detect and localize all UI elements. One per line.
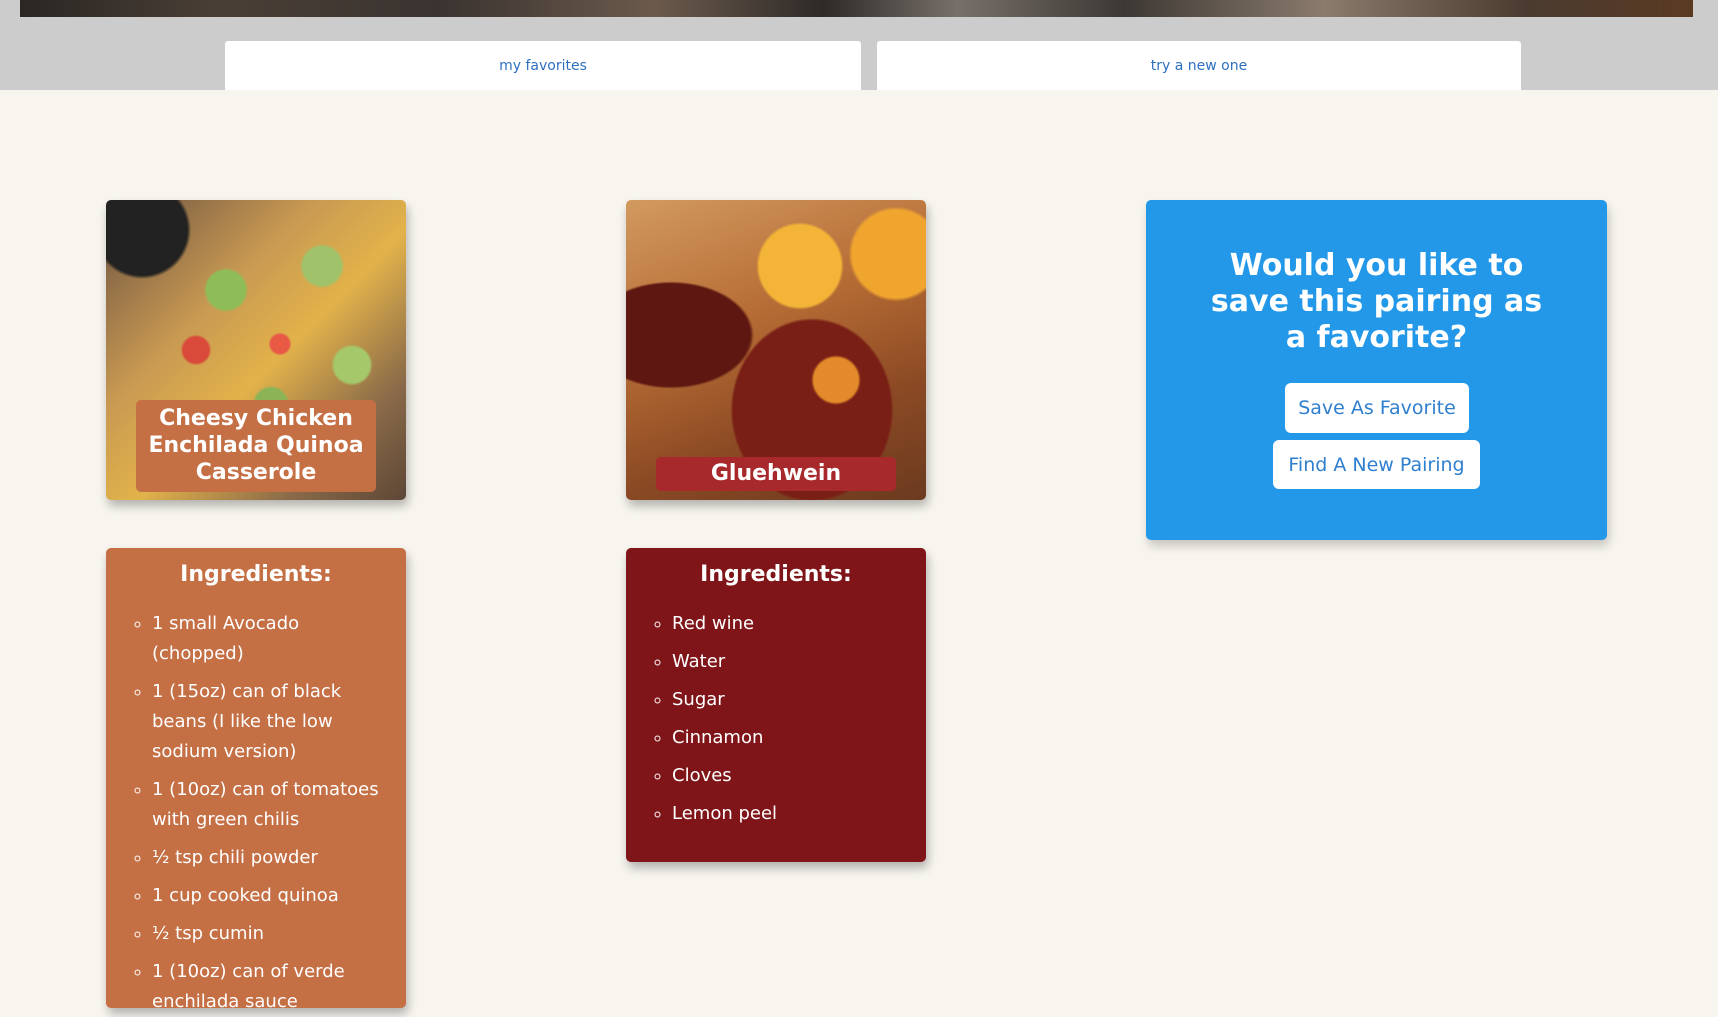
- list-item: Sugar: [672, 685, 910, 715]
- hero-image-strip: [20, 0, 1693, 17]
- list-item: Cloves: [672, 761, 910, 791]
- food-name-label: Cheesy Chicken Enchilada Quinoa Casserol…: [136, 400, 376, 492]
- food-ingredients-card: Ingredients: 1 small Avocado (chopped) 1…: [106, 548, 406, 1012]
- drink-ingredients-card: Ingredients: Red wine Water Sugar Cinnam…: [626, 548, 926, 862]
- tab-my-favorites[interactable]: my favorites: [225, 41, 861, 90]
- list-item: 1 cup cooked quinoa: [152, 881, 390, 911]
- drink-name-label: Gluehwein: [656, 457, 896, 491]
- list-item: ½ tsp cumin: [152, 919, 390, 949]
- drink-ingredients-list: Red wine Water Sugar Cinnamon Cloves Lem…: [626, 609, 926, 829]
- save-favorite-question: Would you like to save this pairing as a…: [1210, 248, 1543, 355]
- drink-ingredients-heading: Ingredients:: [700, 562, 852, 587]
- list-item: ½ tsp chili powder: [152, 843, 390, 873]
- save-as-favorite-button[interactable]: Save As Favorite: [1285, 383, 1469, 433]
- save-favorite-panel: Would you like to save this pairing as a…: [1146, 200, 1607, 540]
- food-ingredients-heading: Ingredients:: [180, 562, 332, 587]
- list-item: Cinnamon: [672, 723, 910, 753]
- list-item: Red wine: [672, 609, 910, 639]
- tab-try-new-one[interactable]: try a new one: [877, 41, 1521, 90]
- food-ingredients-list: 1 small Avocado (chopped) 1 (15oz) can o…: [106, 609, 406, 1017]
- list-item: 1 (10oz) can of verde enchilada sauce: [152, 957, 390, 1017]
- top-navigation-band: my favorites try a new one: [0, 0, 1718, 90]
- list-item: 1 (15oz) can of black beans (I like the …: [152, 677, 390, 767]
- food-photo-card: Cheesy Chicken Enchilada Quinoa Casserol…: [106, 200, 406, 500]
- list-item: 1 small Avocado (chopped): [152, 609, 390, 669]
- list-item: Water: [672, 647, 910, 677]
- find-new-pairing-button[interactable]: Find A New Pairing: [1273, 440, 1480, 489]
- drink-photo-card: Gluehwein: [626, 200, 926, 500]
- list-item: 1 (10oz) can of tomatoes with green chil…: [152, 775, 390, 835]
- list-item: Lemon peel: [672, 799, 910, 829]
